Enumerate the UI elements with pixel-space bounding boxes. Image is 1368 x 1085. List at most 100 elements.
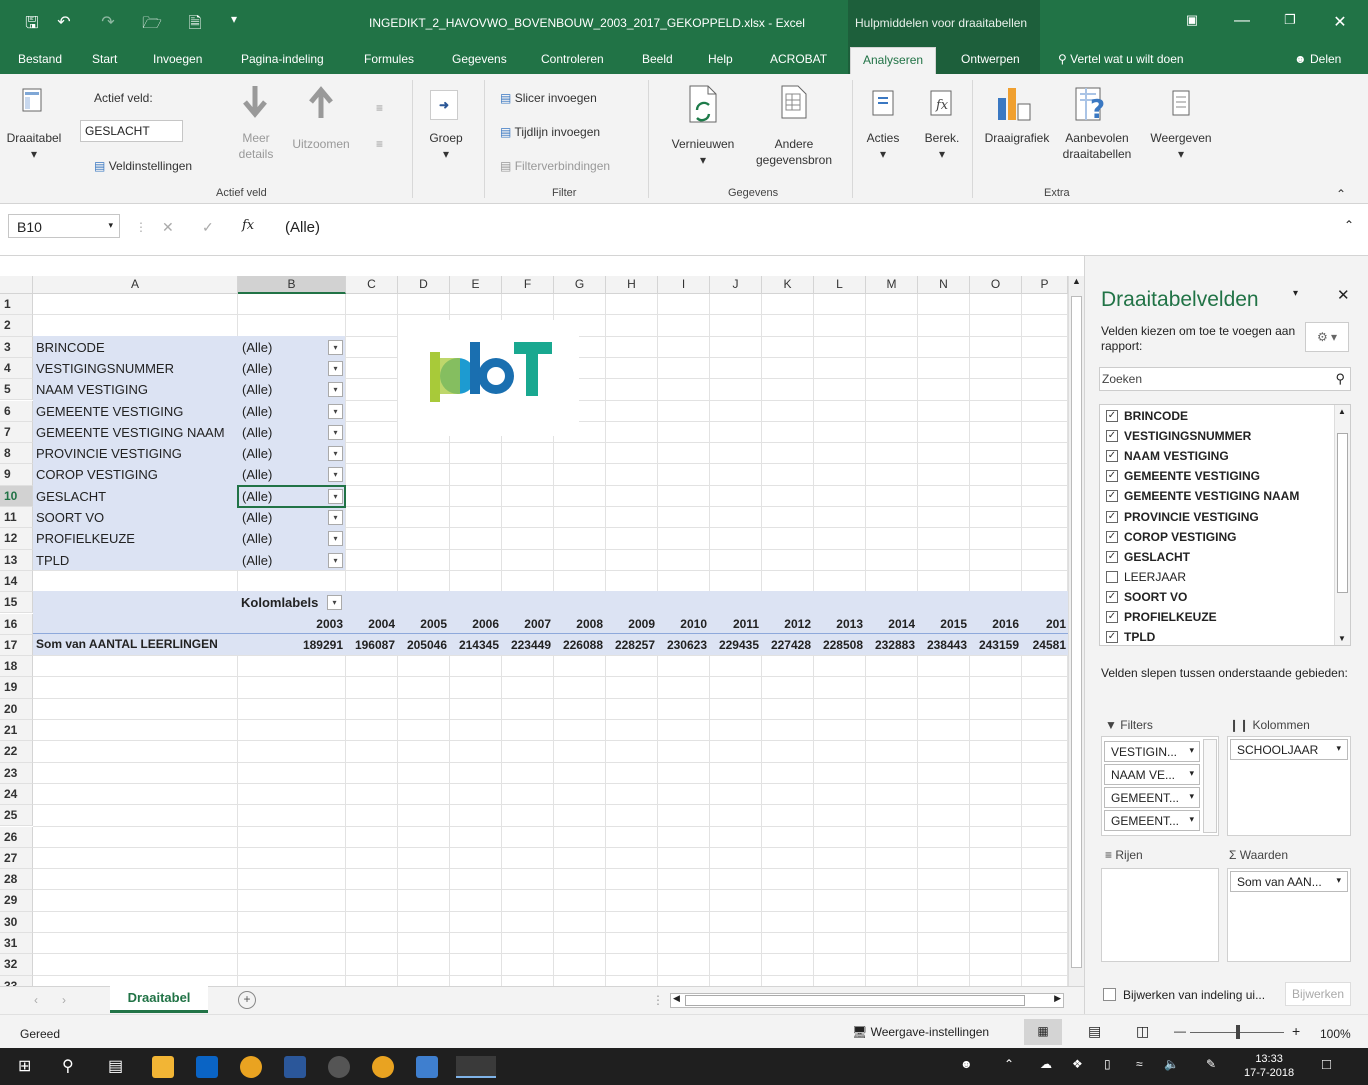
photos-icon[interactable]: [416, 1056, 438, 1078]
field-settings-button[interactable]: ▤ Veldinstellingen: [94, 158, 192, 174]
filter-dropdown-button[interactable]: ▾: [328, 467, 343, 483]
tab-ontwerpen[interactable]: Ontwerpen: [961, 52, 1020, 66]
row-header[interactable]: 3: [0, 336, 33, 358]
row-header[interactable]: 24: [0, 783, 33, 806]
column-header-f[interactable]: F: [502, 276, 554, 294]
worksheet-grid[interactable]: ABCDEFGHIJKLMNOP 1 2 3 4 5 6 7 8 9 10 11 12 13 14 15 16…: [0, 256, 1084, 986]
battery-icon[interactable]: ▯: [1104, 1057, 1111, 1071]
field-checkbox[interactable]: ✓: [1106, 410, 1118, 422]
chrome-icon[interactable]: [372, 1056, 394, 1078]
tab-splitter-icon[interactable]: ⋮: [652, 993, 664, 1007]
outlook-icon[interactable]: [196, 1056, 218, 1078]
zoom-out-icon[interactable]: —: [1174, 1024, 1186, 1038]
scroll-left-icon[interactable]: ◀: [673, 993, 680, 1004]
defer-update-checkbox[interactable]: [1103, 988, 1116, 1001]
tab-analyseren[interactable]: Analyseren: [850, 47, 937, 74]
tab-gegevens[interactable]: Gegevens: [452, 52, 507, 66]
logo-image[interactable]: [398, 320, 579, 436]
vertical-scroll-thumb[interactable]: [1071, 296, 1082, 968]
row-header[interactable]: 26: [0, 826, 33, 848]
column-header-p[interactable]: P: [1022, 276, 1068, 294]
previous-sheet-icon[interactable]: ‹: [34, 993, 38, 1007]
field-checkbox[interactable]: ✓: [1106, 550, 1118, 563]
filter-value[interactable]: (Alle): [242, 507, 272, 528]
values-drop-area[interactable]: Som van AAN... ▾: [1227, 868, 1351, 962]
pivotchart-button[interactable]: Draaigrafiek: [980, 130, 1054, 146]
column-header-d[interactable]: D: [398, 276, 450, 294]
undo-icon[interactable]: ↶: [52, 12, 76, 32]
field-item[interactable]: ✓ COROP VESTIGING: [1106, 530, 1326, 548]
field-checkbox[interactable]: ✓: [1106, 590, 1118, 603]
restore-icon[interactable]: ❐: [1278, 12, 1302, 28]
tools-gear-icon[interactable]: ⚙ ▾: [1305, 322, 1349, 352]
volume-icon[interactable]: 🔈: [1164, 1057, 1179, 1071]
filter-value[interactable]: (Alle): [242, 443, 272, 464]
tab-pagina-indeling[interactable]: Pagina-indeling: [241, 52, 324, 66]
excel-taskbar-icon[interactable]: [456, 1056, 496, 1078]
collapse-field-icon[interactable]: ≡: [376, 136, 383, 152]
calculations-button[interactable]: Berek. ▾: [920, 130, 964, 162]
field-checkbox[interactable]: [1106, 570, 1118, 583]
row-header[interactable]: 32: [0, 954, 33, 976]
group-button[interactable]: Groep ▾: [424, 130, 468, 162]
row-header[interactable]: 23: [0, 762, 33, 784]
column-header-k[interactable]: K: [762, 276, 814, 294]
page-break-view-icon[interactable]: ◫: [1136, 1023, 1149, 1040]
column-header-a[interactable]: A: [33, 276, 238, 294]
row-header[interactable]: 21: [0, 720, 33, 742]
field-item[interactable]: ✓ VESTIGINGSNUMMER: [1106, 429, 1326, 447]
app-icon[interactable]: [328, 1056, 350, 1078]
name-box[interactable]: B10 ▾: [8, 214, 120, 238]
save-icon[interactable]: 🖫: [20, 12, 44, 39]
filter-field-pill[interactable]: GEMEENT... ▾: [1104, 810, 1200, 831]
customize-qat-icon[interactable]: ▾: [222, 12, 246, 26]
filter-field-pill[interactable]: GEMEENT... ▾: [1104, 787, 1200, 808]
row-header[interactable]: 33: [0, 975, 33, 986]
column-header-c[interactable]: C: [346, 276, 398, 294]
field-list-scrollbar[interactable]: ▲ ▼: [1334, 405, 1350, 645]
sheet-tab-draaitabel[interactable]: Draaitabel: [110, 986, 208, 1013]
row-header[interactable]: 6: [0, 400, 33, 422]
wifi-icon[interactable]: ≈: [1136, 1057, 1143, 1071]
filter-value[interactable]: (Alle): [242, 528, 272, 549]
row-header[interactable]: 18: [0, 656, 33, 678]
field-item[interactable]: ✓ PROFIELKEUZE: [1106, 610, 1326, 628]
next-sheet-icon[interactable]: ›: [62, 993, 66, 1007]
scroll-down-icon[interactable]: ▼: [1338, 634, 1346, 643]
column-labels-dropdown[interactable]: ▾: [327, 595, 342, 610]
column-header-o[interactable]: O: [970, 276, 1022, 294]
column-header-b[interactable]: B: [238, 276, 346, 294]
dropbox-icon[interactable]: ❖: [1072, 1057, 1083, 1071]
field-checkbox[interactable]: ✓: [1106, 470, 1118, 483]
tab-help[interactable]: Help: [708, 52, 733, 66]
row-header[interactable]: 2: [0, 315, 33, 337]
filter-dropdown-button[interactable]: ▾: [328, 531, 343, 547]
enter-icon[interactable]: ✓: [202, 219, 214, 236]
row-header[interactable]: 29: [0, 890, 33, 912]
field-item[interactable]: ✓ TPLD: [1106, 630, 1326, 648]
field-item[interactable]: LEERJAAR: [1106, 570, 1326, 588]
filter-value[interactable]: (Alle): [242, 422, 272, 443]
actions-button[interactable]: Acties ▾: [860, 130, 906, 162]
tab-acrobat[interactable]: ACROBAT: [770, 52, 827, 66]
field-item[interactable]: ✓ PROVINCIE VESTIGING: [1106, 510, 1326, 528]
field-item[interactable]: ✓ GEMEENTE VESTIGING: [1106, 469, 1326, 487]
collapse-ribbon-icon[interactable]: ⌃: [1336, 186, 1346, 202]
display-settings[interactable]: 🖥 Weergave-instellingen: [852, 1025, 989, 1039]
field-item[interactable]: ✓ SOORT VO: [1106, 590, 1326, 608]
field-checkbox[interactable]: ✓: [1106, 611, 1118, 623]
row-header[interactable]: 31: [0, 933, 33, 955]
row-header[interactable]: 12: [0, 528, 33, 550]
row-header[interactable]: 28: [0, 869, 33, 891]
row-header[interactable]: 5: [0, 379, 33, 401]
column-header-g[interactable]: G: [554, 276, 606, 294]
insert-slicer-button[interactable]: ▤ Slicer invoegen: [500, 90, 597, 106]
horizontal-scrollbar[interactable]: ◀ ▶: [670, 993, 1064, 1008]
new-sheet-icon[interactable]: +: [238, 991, 256, 1009]
zoom-level[interactable]: 100%: [1320, 1027, 1351, 1041]
show-button[interactable]: Weergeven ▾: [1144, 130, 1218, 162]
row-header[interactable]: 30: [0, 911, 33, 933]
filter-dropdown-button[interactable]: ▾: [328, 403, 343, 419]
row-header[interactable]: 19: [0, 677, 33, 699]
task-view-icon[interactable]: ▤: [108, 1056, 123, 1076]
